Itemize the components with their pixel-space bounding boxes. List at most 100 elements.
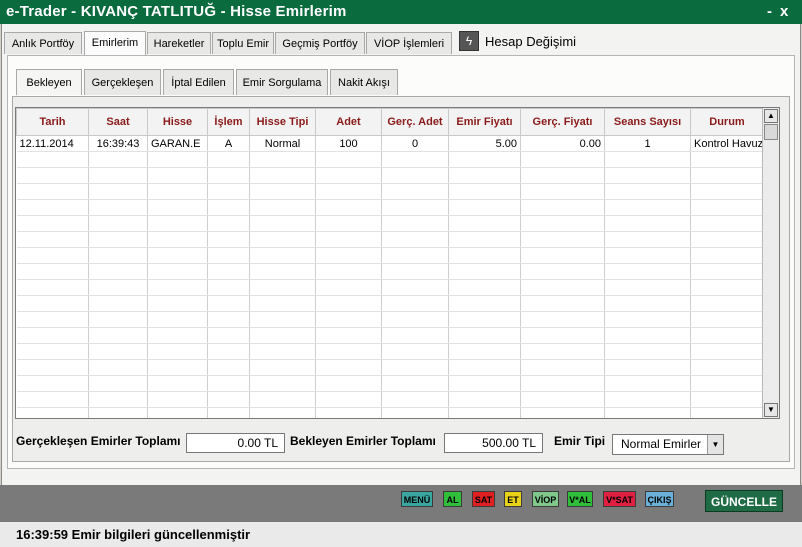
vertical-scrollbar[interactable]: ▲ ▼ — [762, 108, 779, 418]
tab-iptal-edilen[interactable]: İptal Edilen — [163, 69, 234, 95]
empty-cell — [88, 327, 148, 344]
viop-sell-button[interactable]: V*SAT — [603, 491, 636, 507]
cell-hisse: GARAN.E — [147, 135, 208, 152]
empty-table-row — [16, 167, 764, 184]
viop-button[interactable]: VİOP — [532, 491, 559, 507]
cell-tarih: 12.11.2014 — [16, 135, 89, 152]
refresh-button[interactable]: GÜNCELLE — [705, 490, 783, 512]
empty-table-row — [16, 311, 764, 328]
table-row[interactable]: 12.11.2014 16:39:43 GARAN.E A Normal 100… — [16, 135, 764, 152]
empty-cell — [147, 359, 208, 376]
account-change-button[interactable]: ϟ Hesap Değişimi — [459, 31, 576, 51]
col-header-saat[interactable]: Saat — [88, 108, 148, 136]
empty-cell — [147, 343, 208, 360]
empty-cell — [315, 375, 382, 392]
chevron-down-icon[interactable]: ▼ — [707, 435, 723, 454]
order-type-label: Emir Tipi — [554, 434, 606, 448]
empty-cell — [207, 359, 250, 376]
tab-gerceklesen[interactable]: Gerçekleşen — [84, 69, 161, 95]
sell-button[interactable]: SAT — [472, 491, 495, 507]
col-header-seans-sayisi[interactable]: Seans Sayısı — [604, 108, 691, 136]
empty-table-row — [16, 183, 764, 200]
empty-cell — [16, 359, 89, 376]
scroll-thumb[interactable] — [764, 124, 778, 140]
empty-cell — [207, 183, 250, 200]
empty-cell — [604, 263, 691, 280]
empty-cell — [520, 167, 605, 184]
tab-hareketler[interactable]: Hareketler — [147, 32, 211, 54]
menu-button[interactable]: MENÜ — [401, 491, 433, 507]
tab-bekleyen[interactable]: Bekleyen — [16, 69, 82, 95]
empty-cell — [16, 327, 89, 344]
order-type-select[interactable]: Normal Emirler ▼ — [612, 434, 724, 455]
empty-cell — [249, 391, 316, 408]
tab-viop-islemleri[interactable]: VİOP İşlemleri — [366, 32, 452, 54]
col-header-tarih[interactable]: Tarih — [16, 108, 89, 136]
empty-cell — [16, 391, 89, 408]
empty-cell — [604, 375, 691, 392]
empty-cell — [207, 407, 250, 418]
pending-total-field: 500.00 TL — [444, 433, 543, 453]
empty-cell — [147, 247, 208, 264]
lightning-icon: ϟ — [459, 31, 479, 51]
col-header-hisse[interactable]: Hisse — [147, 108, 208, 136]
col-header-emir-fiyati[interactable]: Emir Fiyatı — [448, 108, 521, 136]
tab-gecmis-portfoy[interactable]: Geçmiş Portföy — [275, 32, 365, 54]
empty-cell — [147, 311, 208, 328]
empty-table-row — [16, 215, 764, 232]
close-button[interactable]: x — [780, 3, 788, 20]
empty-cell — [604, 167, 691, 184]
empty-cell — [690, 327, 764, 344]
et-button[interactable]: ET — [504, 491, 522, 507]
empty-cell — [604, 295, 691, 312]
cell-emir-fiyati: 5.00 — [448, 135, 521, 152]
empty-cell — [604, 151, 691, 168]
scroll-down-icon[interactable]: ▼ — [764, 403, 778, 417]
empty-cell — [88, 359, 148, 376]
exit-button[interactable]: ÇIKIŞ — [645, 491, 674, 507]
tab-anlik-portfoy[interactable]: Anlık Portföy — [4, 32, 82, 54]
col-header-gerc-fiyati[interactable]: Gerç. Fiyatı — [520, 108, 605, 136]
empty-cell — [88, 167, 148, 184]
empty-cell — [88, 375, 148, 392]
empty-cell — [448, 263, 521, 280]
empty-cell — [147, 263, 208, 280]
viop-buy-button[interactable]: V*AL — [567, 491, 593, 507]
empty-cell — [381, 359, 449, 376]
empty-cell — [207, 151, 250, 168]
col-header-islem[interactable]: İşlem — [207, 108, 250, 136]
empty-cell — [315, 407, 382, 418]
empty-cell — [207, 279, 250, 296]
tab-toplu-emir[interactable]: Toplu Emir — [212, 32, 274, 54]
empty-cell — [520, 231, 605, 248]
empty-cell — [147, 327, 208, 344]
buy-button[interactable]: AL — [443, 491, 462, 507]
empty-cell — [315, 359, 382, 376]
empty-cell — [690, 295, 764, 312]
table-header-row: Tarih Saat Hisse İşlem Hisse Tipi Adet G… — [16, 108, 764, 136]
empty-cell — [249, 151, 316, 168]
col-header-gerc-adet[interactable]: Gerç. Adet — [381, 108, 449, 136]
empty-cell — [520, 375, 605, 392]
empty-cell — [520, 391, 605, 408]
empty-cell — [207, 167, 250, 184]
empty-cell — [381, 295, 449, 312]
tab-emir-sorgulama[interactable]: Emir Sorgulama — [236, 69, 328, 95]
empty-cell — [207, 231, 250, 248]
empty-cell — [381, 263, 449, 280]
empty-cell — [315, 391, 382, 408]
minimize-button[interactable]: - — [767, 3, 772, 20]
empty-cell — [381, 151, 449, 168]
empty-cell — [315, 343, 382, 360]
scroll-up-icon[interactable]: ▲ — [764, 109, 778, 123]
empty-cell — [147, 375, 208, 392]
col-header-durum[interactable]: Durum — [690, 108, 764, 136]
empty-cell — [88, 343, 148, 360]
col-header-hisse-tipi[interactable]: Hisse Tipi — [249, 108, 316, 136]
tab-emirlerim[interactable]: Emirlerim — [84, 31, 146, 55]
col-header-adet[interactable]: Adet — [315, 108, 382, 136]
empty-cell — [604, 343, 691, 360]
empty-cell — [604, 231, 691, 248]
tab-nakit-akisi[interactable]: Nakit Akışı — [330, 69, 398, 95]
account-change-label: Hesap Değişimi — [485, 33, 577, 49]
